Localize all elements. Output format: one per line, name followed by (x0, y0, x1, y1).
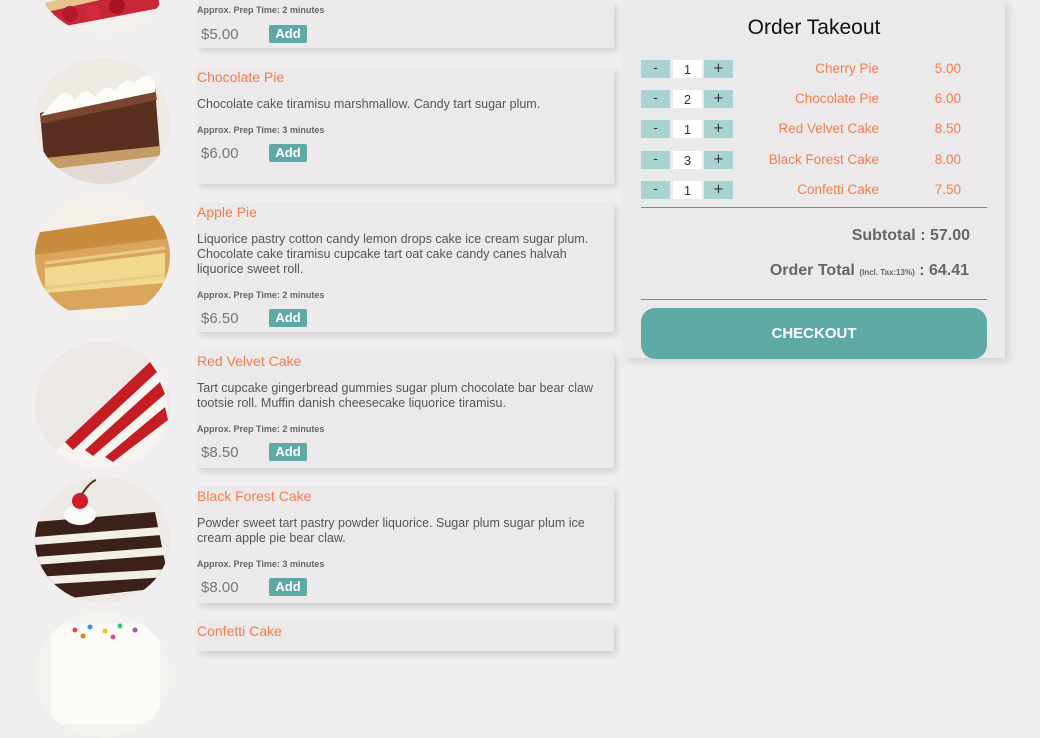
item-title: Red Velvet Cake (197, 353, 302, 369)
order-row: - + Black Forest Cake 8.00 (641, 151, 971, 171)
order-row: - + Chocolate Pie 6.00 (641, 90, 971, 110)
quantity-input[interactable] (673, 151, 702, 169)
confetti-cake-image (35, 612, 170, 738)
order-item-name: Confetti Cake (797, 182, 879, 197)
prep-time: Approx. Prep Time: 3 minutes (197, 125, 325, 135)
prep-time: Approx. Prep Time: 2 minutes (197, 290, 325, 300)
decrease-qty-button[interactable]: - (641, 60, 670, 78)
prep-time: Approx. Prep Time: 2 minutes (197, 5, 325, 15)
order-row: - + Red Velvet Cake 8.50 (641, 120, 971, 140)
subtotal: Subtotal : 57.00 (852, 227, 970, 245)
cherry-pie-image (35, 0, 170, 34)
menu-item-card: Red Velvet Cake Tart cupcake gingerbread… (197, 351, 614, 468)
prep-time: Approx. Prep Time: 2 minutes (197, 424, 325, 434)
order-item-name: Chocolate Pie (794, 91, 879, 106)
increase-qty-button[interactable]: + (704, 181, 733, 199)
order-item-amount: 5.00 (934, 61, 961, 76)
order-item-name: Cherry Pie (815, 61, 879, 76)
order-row: - + Confetti Cake 7.50 (641, 181, 971, 201)
prep-time: Approx. Prep Time: 3 minutes (197, 559, 325, 569)
subtotal-label: Subtotal (851, 227, 916, 244)
quantity-input[interactable] (673, 120, 702, 138)
add-button[interactable]: Add (269, 578, 307, 596)
item-description: Tart cupcake gingerbread gummies sugar p… (197, 381, 594, 410)
menu-item-card: Chocolate Pie Chocolate cake tiramisu ma… (197, 67, 614, 184)
item-price: $8.50 (201, 444, 239, 461)
quantity-input[interactable] (673, 60, 702, 78)
order-item-amount: 8.00 (934, 152, 961, 167)
increase-qty-button[interactable]: + (704, 60, 733, 78)
order-total-value: : 64.41 (919, 262, 969, 279)
increase-qty-button[interactable]: + (704, 90, 733, 108)
order-item-amount: 6.00 (934, 91, 961, 106)
order-total-label: Order Total (769, 262, 855, 279)
item-title: Chocolate Pie (197, 69, 285, 85)
red-velvet-cake-image (35, 342, 170, 468)
item-title: Black Forest Cake (197, 488, 312, 504)
order-panel: Order Takeout - + Cherry Pie 5.00 - + Ch… (623, 0, 1005, 359)
menu-item-card: Black Forest Cake Powder sweet tart past… (197, 486, 614, 603)
subtotal-value: : 57.00 (920, 227, 970, 244)
quantity-input[interactable] (673, 90, 702, 108)
divider (641, 207, 987, 208)
item-title: Confetti Cake (197, 623, 282, 639)
add-button[interactable]: Add (269, 309, 307, 327)
item-description: Chocolate cake tiramisu marshmallow. Can… (197, 97, 541, 111)
apple-pie-image (35, 193, 170, 319)
menu-item-card: Apple Pie Liquorice pastry cotton candy … (197, 202, 614, 332)
item-price: $8.00 (201, 579, 239, 596)
add-button[interactable]: Add (269, 443, 307, 461)
item-price: $5.00 (201, 26, 239, 43)
chocolate-pie-image (35, 58, 170, 184)
decrease-qty-button[interactable]: - (641, 90, 670, 108)
increase-qty-button[interactable]: + (704, 151, 733, 169)
order-total: Order Total (Incl. Tax:13%) : 64.41 (770, 262, 969, 280)
checkout-button[interactable]: CHECKOUT (641, 308, 987, 359)
item-description: Liquorice pastry cotton candy lemon drop… (197, 232, 589, 276)
add-button[interactable]: Add (269, 25, 307, 43)
item-price: $6.50 (201, 310, 239, 327)
order-item-name: Red Velvet Cake (778, 121, 879, 136)
item-title: Apple Pie (197, 204, 257, 220)
order-title: Order Takeout (747, 16, 881, 39)
quantity-input[interactable] (673, 181, 702, 199)
order-item-amount: 8.50 (934, 121, 961, 136)
menu-item-card: Confetti Cake (197, 621, 614, 651)
order-item-name: Black Forest Cake (768, 152, 879, 167)
decrease-qty-button[interactable]: - (641, 120, 670, 138)
black-forest-cake-image (35, 477, 170, 603)
tax-note: (Incl. Tax:13%) (859, 268, 915, 277)
decrease-qty-button[interactable]: - (641, 151, 670, 169)
menu-item-card: Approx. Prep Time: 2 minutes $5.00 Add (197, 0, 614, 48)
item-price: $6.00 (201, 145, 239, 162)
add-button[interactable]: Add (269, 144, 307, 162)
divider (641, 299, 987, 300)
increase-qty-button[interactable]: + (704, 120, 733, 138)
order-row: - + Cherry Pie 5.00 (641, 60, 971, 80)
decrease-qty-button[interactable]: - (641, 181, 670, 199)
order-item-amount: 7.50 (934, 182, 961, 197)
item-description: Powder sweet tart pastry powder liquoric… (197, 516, 585, 545)
